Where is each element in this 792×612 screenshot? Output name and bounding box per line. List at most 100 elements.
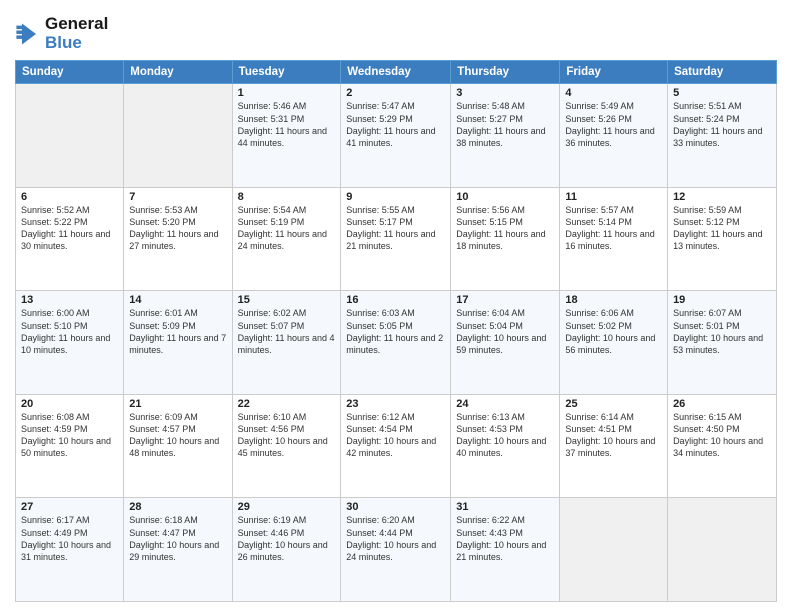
day-number: 6 xyxy=(21,191,118,203)
day-info: Sunrise: 5:54 AM Sunset: 5:19 PM Dayligh… xyxy=(238,204,336,253)
calendar-cell: 5Sunrise: 5:51 AM Sunset: 5:24 PM Daylig… xyxy=(668,84,777,188)
day-info: Sunrise: 6:06 AM Sunset: 5:02 PM Dayligh… xyxy=(565,307,662,356)
calendar-cell: 7Sunrise: 5:53 AM Sunset: 5:20 PM Daylig… xyxy=(124,187,232,291)
day-number: 23 xyxy=(346,398,445,410)
day-info: Sunrise: 5:49 AM Sunset: 5:26 PM Dayligh… xyxy=(565,100,662,149)
day-info: Sunrise: 6:04 AM Sunset: 5:04 PM Dayligh… xyxy=(456,307,554,356)
calendar-cell: 16Sunrise: 6:03 AM Sunset: 5:05 PM Dayli… xyxy=(341,291,451,395)
day-number: 30 xyxy=(346,501,445,513)
day-number: 20 xyxy=(21,398,118,410)
day-header-wednesday: Wednesday xyxy=(341,61,451,84)
day-number: 25 xyxy=(565,398,662,410)
day-info: Sunrise: 6:14 AM Sunset: 4:51 PM Dayligh… xyxy=(565,411,662,460)
day-info: Sunrise: 5:59 AM Sunset: 5:12 PM Dayligh… xyxy=(673,204,771,253)
day-number: 10 xyxy=(456,191,554,203)
calendar-week-row: 13Sunrise: 6:00 AM Sunset: 5:10 PM Dayli… xyxy=(16,291,777,395)
calendar-cell: 4Sunrise: 5:49 AM Sunset: 5:26 PM Daylig… xyxy=(560,84,668,188)
calendar-cell: 9Sunrise: 5:55 AM Sunset: 5:17 PM Daylig… xyxy=(341,187,451,291)
day-info: Sunrise: 6:22 AM Sunset: 4:43 PM Dayligh… xyxy=(456,514,554,563)
calendar-cell: 19Sunrise: 6:07 AM Sunset: 5:01 PM Dayli… xyxy=(668,291,777,395)
day-number: 1 xyxy=(238,87,336,99)
day-number: 27 xyxy=(21,501,118,513)
calendar-week-row: 1Sunrise: 5:46 AM Sunset: 5:31 PM Daylig… xyxy=(16,84,777,188)
day-info: Sunrise: 6:10 AM Sunset: 4:56 PM Dayligh… xyxy=(238,411,336,460)
logo: General Blue xyxy=(15,15,108,52)
calendar-cell xyxy=(668,498,777,602)
day-number: 28 xyxy=(129,501,226,513)
calendar-cell: 30Sunrise: 6:20 AM Sunset: 4:44 PM Dayli… xyxy=(341,498,451,602)
day-number: 5 xyxy=(673,87,771,99)
day-info: Sunrise: 5:46 AM Sunset: 5:31 PM Dayligh… xyxy=(238,100,336,149)
calendar-cell: 17Sunrise: 6:04 AM Sunset: 5:04 PM Dayli… xyxy=(451,291,560,395)
day-info: Sunrise: 6:13 AM Sunset: 4:53 PM Dayligh… xyxy=(456,411,554,460)
day-info: Sunrise: 5:55 AM Sunset: 5:17 PM Dayligh… xyxy=(346,204,445,253)
calendar-cell xyxy=(16,84,124,188)
day-number: 16 xyxy=(346,294,445,306)
calendar-cell: 10Sunrise: 5:56 AM Sunset: 5:15 PM Dayli… xyxy=(451,187,560,291)
day-header-friday: Friday xyxy=(560,61,668,84)
calendar-cell: 14Sunrise: 6:01 AM Sunset: 5:09 PM Dayli… xyxy=(124,291,232,395)
calendar-cell xyxy=(124,84,232,188)
calendar-cell: 23Sunrise: 6:12 AM Sunset: 4:54 PM Dayli… xyxy=(341,394,451,498)
calendar-cell: 22Sunrise: 6:10 AM Sunset: 4:56 PM Dayli… xyxy=(232,394,341,498)
day-number: 13 xyxy=(21,294,118,306)
day-number: 24 xyxy=(456,398,554,410)
calendar-week-row: 6Sunrise: 5:52 AM Sunset: 5:22 PM Daylig… xyxy=(16,187,777,291)
day-number: 2 xyxy=(346,87,445,99)
calendar-cell: 13Sunrise: 6:00 AM Sunset: 5:10 PM Dayli… xyxy=(16,291,124,395)
page-header: General Blue xyxy=(15,10,777,52)
day-number: 15 xyxy=(238,294,336,306)
calendar-cell: 26Sunrise: 6:15 AM Sunset: 4:50 PM Dayli… xyxy=(668,394,777,498)
calendar-header-row: SundayMondayTuesdayWednesdayThursdayFrid… xyxy=(16,61,777,84)
day-number: 8 xyxy=(238,191,336,203)
day-info: Sunrise: 6:08 AM Sunset: 4:59 PM Dayligh… xyxy=(21,411,118,460)
day-header-monday: Monday xyxy=(124,61,232,84)
day-info: Sunrise: 6:01 AM Sunset: 5:09 PM Dayligh… xyxy=(129,307,226,356)
calendar-cell: 3Sunrise: 5:48 AM Sunset: 5:27 PM Daylig… xyxy=(451,84,560,188)
day-header-thursday: Thursday xyxy=(451,61,560,84)
day-number: 12 xyxy=(673,191,771,203)
logo-text-line1: General xyxy=(45,15,108,34)
day-info: Sunrise: 6:07 AM Sunset: 5:01 PM Dayligh… xyxy=(673,307,771,356)
day-header-tuesday: Tuesday xyxy=(232,61,341,84)
logo-icon xyxy=(15,20,43,48)
day-info: Sunrise: 6:12 AM Sunset: 4:54 PM Dayligh… xyxy=(346,411,445,460)
calendar-cell: 2Sunrise: 5:47 AM Sunset: 5:29 PM Daylig… xyxy=(341,84,451,188)
logo-text-line2: Blue xyxy=(45,34,108,53)
calendar-cell: 11Sunrise: 5:57 AM Sunset: 5:14 PM Dayli… xyxy=(560,187,668,291)
calendar-cell: 25Sunrise: 6:14 AM Sunset: 4:51 PM Dayli… xyxy=(560,394,668,498)
day-number: 17 xyxy=(456,294,554,306)
calendar-table: SundayMondayTuesdayWednesdayThursdayFrid… xyxy=(15,60,777,602)
day-info: Sunrise: 6:15 AM Sunset: 4:50 PM Dayligh… xyxy=(673,411,771,460)
day-info: Sunrise: 6:03 AM Sunset: 5:05 PM Dayligh… xyxy=(346,307,445,356)
calendar-cell: 28Sunrise: 6:18 AM Sunset: 4:47 PM Dayli… xyxy=(124,498,232,602)
calendar-cell: 6Sunrise: 5:52 AM Sunset: 5:22 PM Daylig… xyxy=(16,187,124,291)
day-number: 9 xyxy=(346,191,445,203)
day-header-sunday: Sunday xyxy=(16,61,124,84)
calendar-cell: 15Sunrise: 6:02 AM Sunset: 5:07 PM Dayli… xyxy=(232,291,341,395)
calendar-cell: 31Sunrise: 6:22 AM Sunset: 4:43 PM Dayli… xyxy=(451,498,560,602)
calendar-cell: 8Sunrise: 5:54 AM Sunset: 5:19 PM Daylig… xyxy=(232,187,341,291)
day-info: Sunrise: 5:48 AM Sunset: 5:27 PM Dayligh… xyxy=(456,100,554,149)
day-info: Sunrise: 6:00 AM Sunset: 5:10 PM Dayligh… xyxy=(21,307,118,356)
calendar-cell xyxy=(560,498,668,602)
day-info: Sunrise: 6:17 AM Sunset: 4:49 PM Dayligh… xyxy=(21,514,118,563)
day-number: 22 xyxy=(238,398,336,410)
calendar-cell: 18Sunrise: 6:06 AM Sunset: 5:02 PM Dayli… xyxy=(560,291,668,395)
day-info: Sunrise: 6:02 AM Sunset: 5:07 PM Dayligh… xyxy=(238,307,336,356)
calendar-cell: 29Sunrise: 6:19 AM Sunset: 4:46 PM Dayli… xyxy=(232,498,341,602)
calendar-cell: 20Sunrise: 6:08 AM Sunset: 4:59 PM Dayli… xyxy=(16,394,124,498)
calendar-week-row: 27Sunrise: 6:17 AM Sunset: 4:49 PM Dayli… xyxy=(16,498,777,602)
day-info: Sunrise: 6:18 AM Sunset: 4:47 PM Dayligh… xyxy=(129,514,226,563)
calendar-week-row: 20Sunrise: 6:08 AM Sunset: 4:59 PM Dayli… xyxy=(16,394,777,498)
calendar-cell: 21Sunrise: 6:09 AM Sunset: 4:57 PM Dayli… xyxy=(124,394,232,498)
day-number: 19 xyxy=(673,294,771,306)
day-number: 7 xyxy=(129,191,226,203)
calendar-cell: 24Sunrise: 6:13 AM Sunset: 4:53 PM Dayli… xyxy=(451,394,560,498)
day-info: Sunrise: 5:57 AM Sunset: 5:14 PM Dayligh… xyxy=(565,204,662,253)
day-number: 4 xyxy=(565,87,662,99)
calendar-cell: 1Sunrise: 5:46 AM Sunset: 5:31 PM Daylig… xyxy=(232,84,341,188)
day-info: Sunrise: 5:53 AM Sunset: 5:20 PM Dayligh… xyxy=(129,204,226,253)
day-number: 26 xyxy=(673,398,771,410)
day-number: 18 xyxy=(565,294,662,306)
